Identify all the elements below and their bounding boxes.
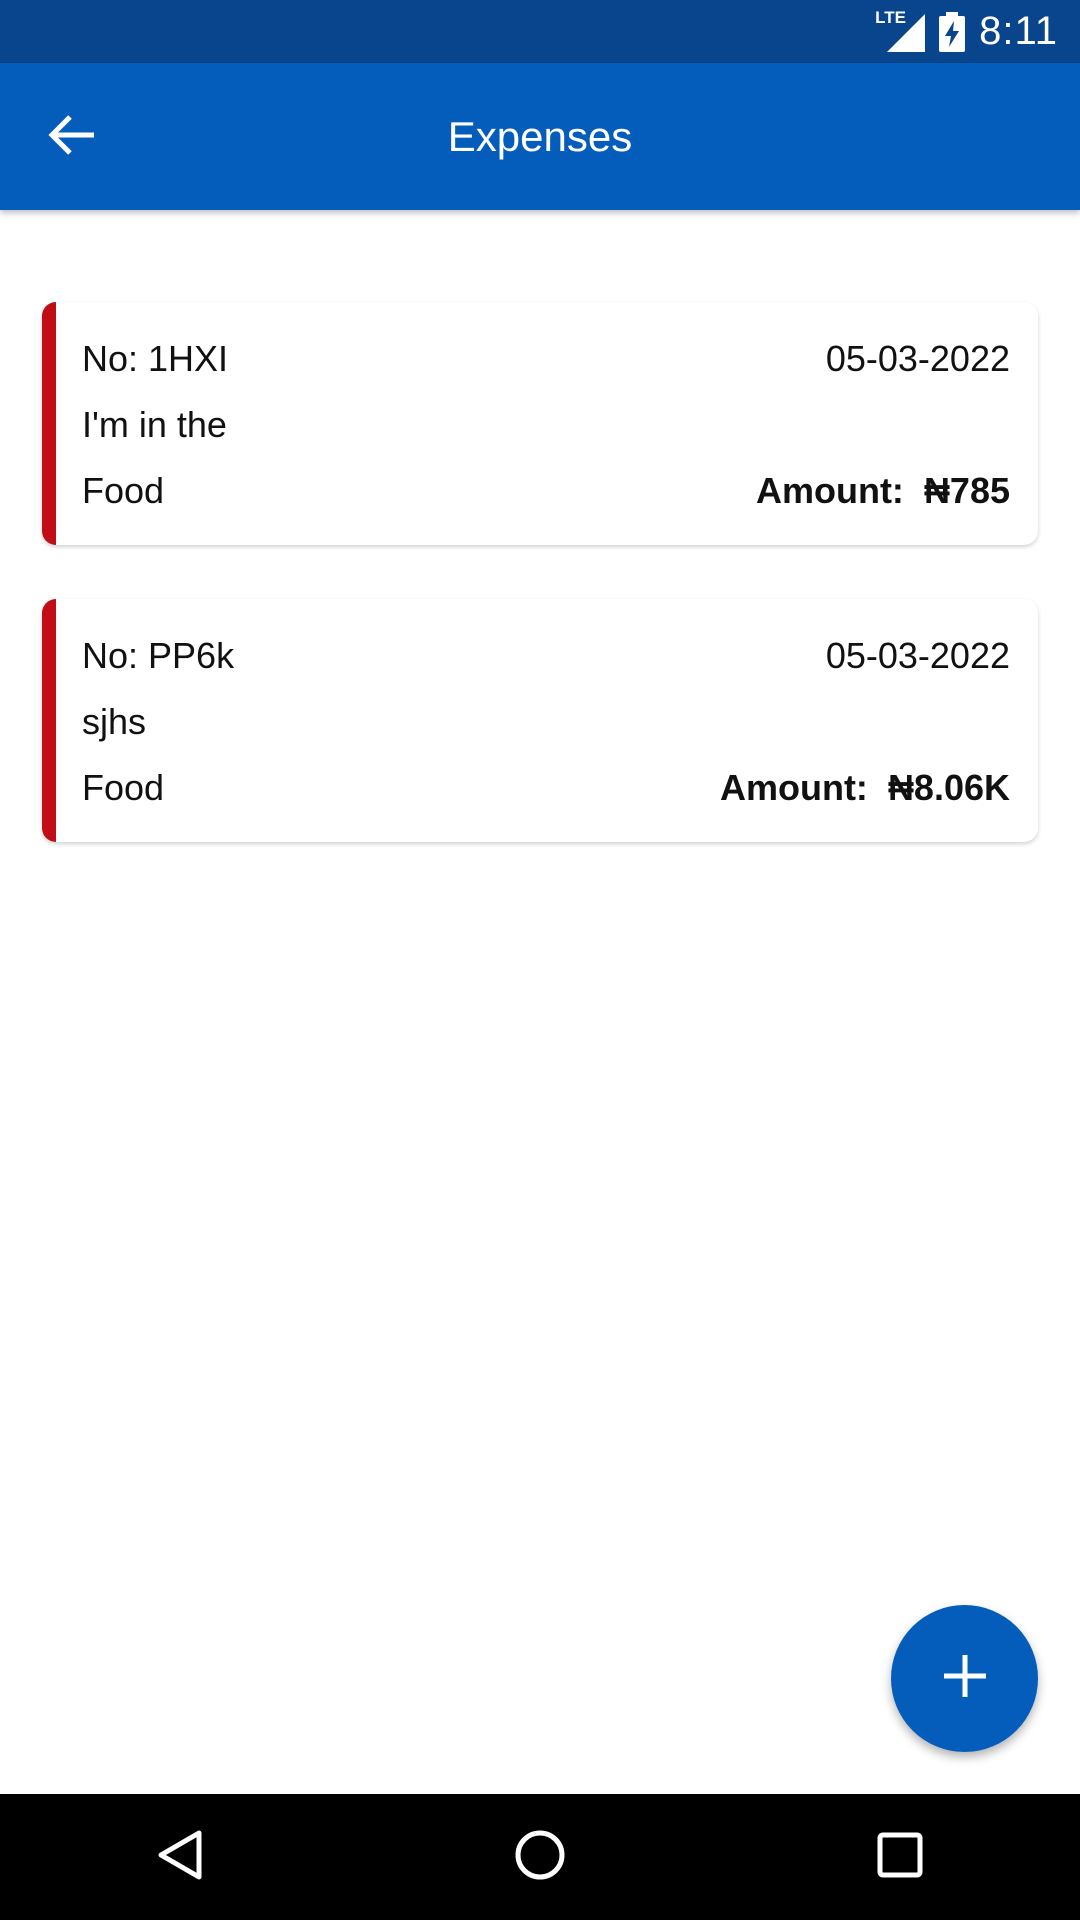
expense-date: 05-03-2022	[825, 338, 1010, 379]
page-title: Expenses	[447, 113, 633, 160]
expense-description: I'm in the	[82, 404, 227, 445]
add-expense-button[interactable]	[891, 1605, 1038, 1752]
expense-category: Food	[82, 767, 165, 808]
nav-back-button[interactable]	[120, 1807, 240, 1907]
expense-category: Food	[82, 470, 165, 511]
amount-value: ₦785	[923, 470, 1010, 511]
expense-amount: Amount: ₦785	[756, 470, 1010, 512]
expense-date: 05-03-2022	[825, 635, 1010, 676]
home-circle-icon	[514, 1829, 566, 1886]
nav-home-button[interactable]	[480, 1807, 600, 1907]
expense-amount: Amount: ₦8.06K	[720, 767, 1010, 809]
expense-card[interactable]: No: 1HXI 05-03-2022 I'm in the Food Amou…	[42, 302, 1038, 545]
recents-square-icon	[877, 1832, 923, 1883]
status-bar: LTE 8:11	[0, 0, 1080, 63]
expense-number: No: PP6k	[82, 635, 235, 676]
status-time: 8:11	[979, 9, 1058, 53]
system-nav-bar	[0, 1794, 1080, 1920]
amount-label: Amount:	[719, 767, 868, 808]
network-type: LTE	[875, 7, 906, 27]
back-triangle-icon	[157, 1829, 203, 1886]
amount-label: Amount:	[755, 470, 904, 511]
lte-signal-icon: LTE	[875, 8, 926, 52]
expense-number: No: 1HXI	[82, 338, 229, 379]
plus-icon	[942, 1653, 988, 1704]
expense-description: sjhs	[82, 701, 147, 742]
expense-card[interactable]: No: PP6k 05-03-2022 sjhs Food Amount: ₦8…	[42, 599, 1038, 842]
battery-charging-icon	[939, 11, 966, 52]
app-bar: Expenses	[0, 63, 1080, 210]
amount-value: ₦8.06K	[887, 767, 1010, 808]
expense-list: No: 1HXI 05-03-2022 I'm in the Food Amou…	[42, 302, 1038, 896]
nav-recents-button[interactable]	[840, 1807, 960, 1907]
